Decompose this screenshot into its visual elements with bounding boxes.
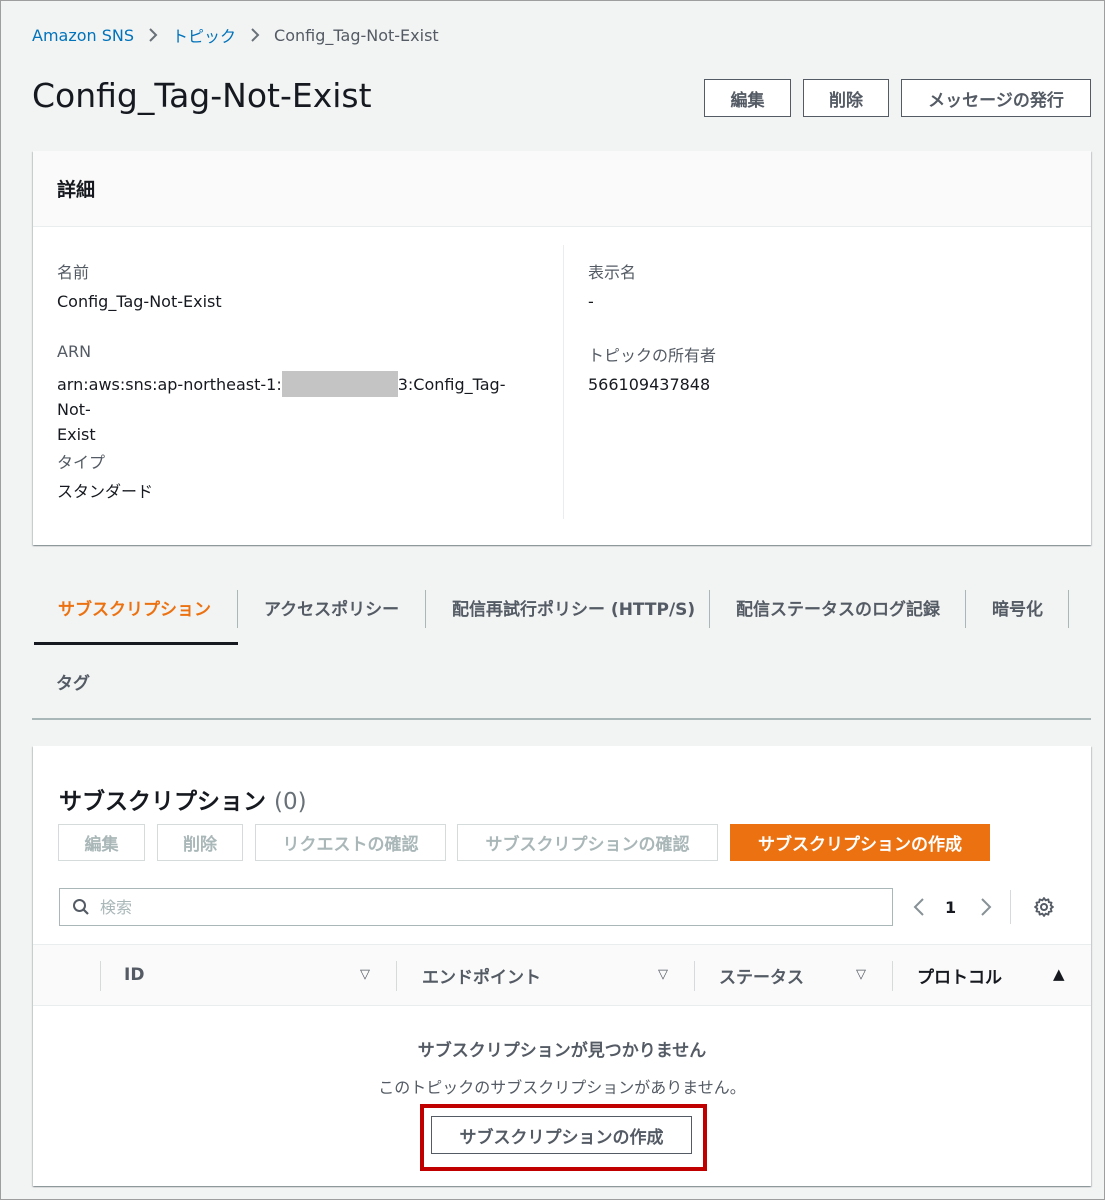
sort-down-icon[interactable]: ▽ (658, 967, 668, 982)
pager-separator (1010, 890, 1012, 924)
name-label: 名前 (57, 263, 90, 282)
arn-suffix-line2: Exist (57, 425, 96, 444)
details-heading: 詳細 (57, 179, 96, 201)
table-header: ID ▽ エンドポイント ▽ ステータス ▽ プロトコル ▲ (33, 944, 1091, 1006)
subscriptions-title: サブスクリプション (59, 789, 266, 815)
sort-down-icon[interactable]: ▽ (360, 967, 370, 982)
column-header-status[interactable]: ステータス (719, 945, 804, 1005)
publish-message-button[interactable]: メッセージの発行 (901, 79, 1091, 117)
breadcrumb-current: Config_Tag-Not-Exist (274, 25, 439, 45)
name-value: Config_Tag-Not-Exist (57, 292, 222, 311)
empty-create-subscription-button[interactable]: サブスクリプションの作成 (431, 1116, 692, 1154)
subscriptions-count: (0) (274, 789, 307, 815)
empty-state-description: このトピックのサブスクリプションがありません。 (378, 1078, 746, 1097)
page-title: Config_Tag-Not-Exist (32, 76, 372, 115)
column-header-protocol[interactable]: プロトコル (917, 945, 1002, 1005)
details-panel: 詳細 名前 Config_Tag-Not-Exist ARN arn:aws:s… (33, 151, 1091, 545)
breadcrumb: Amazon SNS トピック Config_Tag-Not-Exist (32, 23, 439, 47)
subscription-delete-button[interactable]: 削除 (157, 824, 243, 861)
arn-value: arn:aws:sns:ap-northeast-1: 3:Config_Tag-… (57, 371, 537, 447)
subscriptions-panel: サブスクリプション (0) 編集 削除 リクエストの確認 サブスクリプションの確… (33, 746, 1091, 1186)
pagination: 1 (913, 888, 1055, 926)
details-header: 詳細 (33, 151, 1091, 227)
search-icon (72, 898, 90, 916)
tab-subscriptions[interactable]: サブスクリプション (58, 584, 211, 630)
column-separator (694, 961, 695, 991)
column-divider (563, 245, 564, 519)
tab-access-policy[interactable]: アクセスポリシー (264, 584, 399, 630)
tab-delivery-status-logging[interactable]: 配信ステータスのログ記録 (736, 584, 940, 630)
column-header-endpoint[interactable]: エンドポイント (422, 945, 541, 1005)
tab-bar-border (32, 718, 1091, 720)
tab-separator (1068, 590, 1069, 628)
sort-up-icon[interactable]: ▲ (1053, 965, 1065, 983)
sort-down-icon[interactable]: ▽ (856, 967, 866, 982)
column-separator (100, 961, 101, 991)
create-subscription-button[interactable]: サブスクリプションの作成 (730, 824, 990, 861)
empty-state-title: サブスクリプションが見つかりません (417, 1041, 707, 1061)
request-confirmation-button[interactable]: リクエストの確認 (255, 824, 446, 861)
gear-icon[interactable] (1033, 896, 1055, 918)
type-label: タイプ (57, 453, 106, 472)
display-name-value: - (588, 292, 594, 311)
search-input[interactable] (100, 889, 892, 925)
chevron-right-icon (148, 27, 158, 43)
edit-button[interactable]: 編集 (704, 79, 791, 117)
tab-tags[interactable]: タグ (56, 658, 90, 704)
breadcrumb-topics[interactable]: トピック (172, 23, 236, 47)
breadcrumb-amazon-sns[interactable]: Amazon SNS (32, 26, 134, 45)
redacted-account-id (281, 371, 398, 397)
arn-label: ARN (57, 342, 92, 361)
page-number[interactable]: 1 (945, 898, 956, 917)
confirm-subscription-button[interactable]: サブスクリプションの確認 (457, 824, 718, 861)
column-separator (892, 961, 893, 991)
owner-value: 566109437848 (588, 375, 711, 394)
subscription-edit-button[interactable]: 編集 (58, 824, 145, 861)
column-separator (396, 961, 397, 991)
tab-separator (709, 590, 710, 628)
chevron-right-icon[interactable] (980, 897, 992, 917)
subscriptions-heading: サブスクリプション (0) (59, 782, 307, 816)
tab-delivery-retry-policy[interactable]: 配信再試行ポリシー (HTTP/S) (452, 584, 695, 630)
tab-encryption[interactable]: 暗号化 (992, 584, 1043, 630)
type-value: スタンダード (57, 482, 154, 501)
chevron-left-icon[interactable] (913, 897, 925, 917)
delete-button[interactable]: 削除 (803, 79, 889, 117)
chevron-right-icon (250, 27, 260, 43)
tab-separator (425, 590, 426, 628)
owner-label: トピックの所有者 (588, 346, 717, 365)
tab-active-indicator (34, 642, 238, 645)
tab-separator (237, 590, 238, 628)
display-name-label: 表示名 (588, 263, 637, 282)
arn-prefix: arn:aws:sns:ap-northeast-1: (57, 375, 282, 394)
search-box[interactable] (59, 888, 893, 926)
tab-bar: サブスクリプション アクセスポリシー 配信再試行ポリシー (HTTP/S) 配信… (32, 584, 1091, 720)
tab-separator (965, 590, 966, 628)
column-header-id[interactable]: ID (124, 945, 144, 1005)
